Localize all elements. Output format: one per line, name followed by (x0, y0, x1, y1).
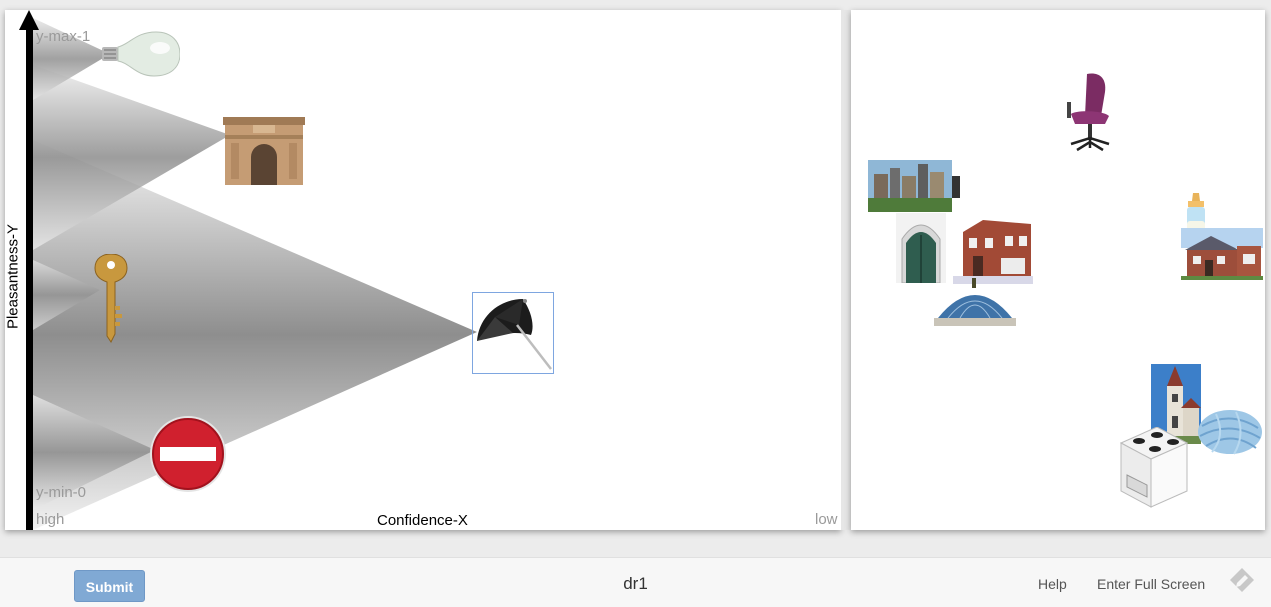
no-entry-sign-icon[interactable] (148, 414, 228, 494)
footer-bar: Submit dr1 Help Enter Full Screen (0, 557, 1271, 607)
baby-bottle-icon[interactable] (1184, 193, 1208, 233)
light-bulb-icon[interactable] (100, 30, 180, 80)
x-axis-title: Confidence-X (377, 512, 468, 529)
stove-icon[interactable] (1117, 427, 1189, 509)
glass-dome-icon[interactable] (934, 278, 1016, 328)
umbrella-icon[interactable] (473, 293, 553, 373)
arrangement-canvas[interactable]: Pleasantness-Y Confidence-X y-max-1 y-mi… (5, 10, 841, 530)
panel-divider[interactable] (841, 10, 851, 530)
x-high-label: high (36, 511, 65, 528)
pencil-logo-icon[interactable] (1229, 567, 1255, 598)
y-max-label: y-max-1 (36, 28, 91, 45)
city-skyline-icon[interactable] (868, 160, 960, 212)
brick-townhouse-icon[interactable] (953, 220, 1033, 284)
key-icon[interactable] (89, 254, 133, 344)
y-axis-title: Pleasantness-Y (5, 223, 22, 330)
help-link[interactable]: Help (1038, 576, 1067, 592)
y-axis-line (26, 28, 33, 530)
y-min-label: y-min-0 (36, 484, 87, 501)
gothic-door-icon[interactable] (896, 213, 946, 283)
stimulus-tray[interactable] (851, 10, 1265, 530)
enter-full-screen-link[interactable]: Enter Full Screen (1097, 576, 1205, 592)
app-root: Pleasantness-Y Confidence-X y-max-1 y-mi… (0, 0, 1271, 607)
yarn-ball-icon[interactable] (1196, 406, 1264, 458)
task-title: dr1 (623, 574, 648, 593)
x-low-label: low (815, 511, 838, 528)
office-chair-icon[interactable] (1065, 72, 1115, 154)
triumphal-arch-icon[interactable] (223, 113, 305, 185)
suburban-house-icon[interactable] (1181, 228, 1263, 280)
